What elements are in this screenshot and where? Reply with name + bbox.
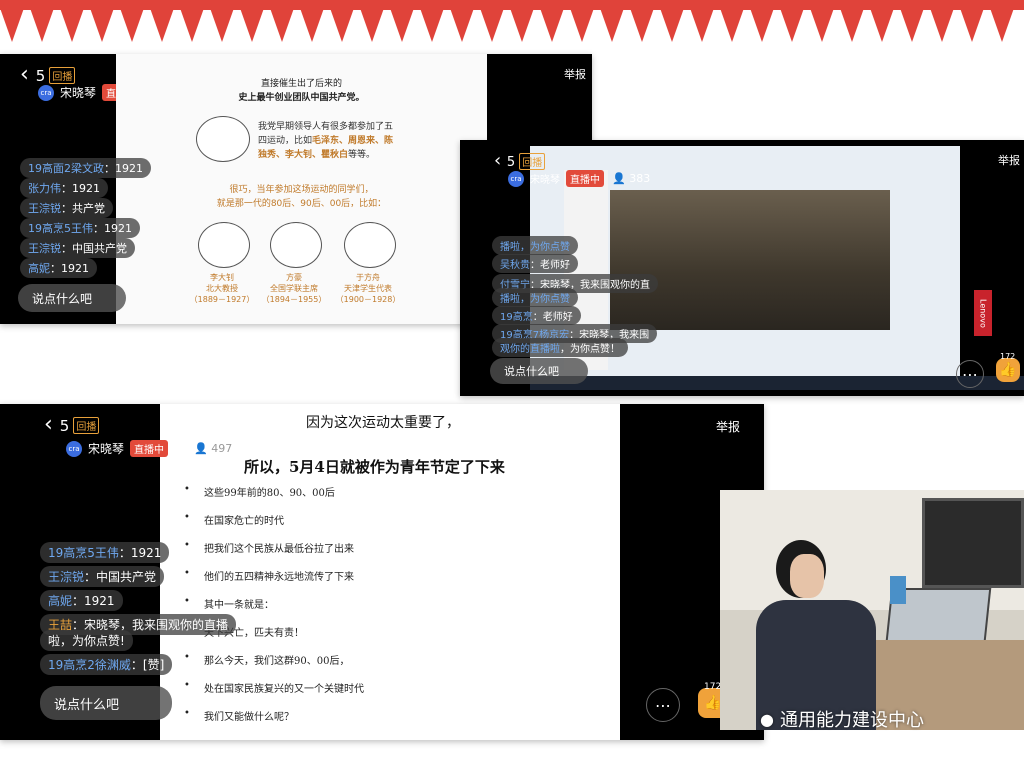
chat-message: 19高烹2徐渊威：[赞]	[40, 654, 173, 675]
chat-message: 啦，为你点赞!	[40, 630, 133, 651]
report-button[interactable]: 举报	[716, 418, 740, 435]
livestream-screenshot-2: Lenovo ‹ 5 回播 cra 宋晓琴 直播中 👤 383 举报 播啦，为你点…	[460, 140, 1024, 396]
chat-message: 高妮：1921	[20, 258, 97, 278]
more-icon[interactable]: ⋯	[956, 360, 984, 388]
live-badge: 直播中	[130, 440, 169, 457]
taskbar	[530, 376, 1024, 390]
video-frame	[610, 190, 890, 330]
chat-message: 19高烹5王伟：1921	[20, 218, 140, 238]
watermark: ● 通用能力建设中心	[760, 709, 924, 732]
chat-message: 张力伟：1921	[20, 178, 108, 198]
report-button[interactable]: 举报	[564, 66, 586, 82]
pennant-flags	[0, 8, 1014, 42]
chat-message: 19高面2梁文政：1921	[20, 158, 151, 178]
comment-input[interactable]: 说点什么吧	[18, 284, 126, 312]
live-badge: 直播中	[566, 170, 604, 187]
avatar[interactable]: cra	[508, 170, 524, 187]
chat-message: 19高烹5王伟：1921	[40, 542, 170, 563]
report-button[interactable]: 举报	[998, 152, 1020, 168]
blue-cup	[890, 576, 906, 604]
host-name: 宋晓琴	[530, 175, 560, 186]
chat-message: 19高烹：老师好	[492, 306, 581, 325]
avatar[interactable]: cra	[66, 440, 82, 457]
avatar[interactable]: cra	[38, 84, 54, 101]
host-name: 宋晓琴	[88, 442, 125, 456]
viewer-count: 👤 383	[612, 172, 651, 185]
comment-input[interactable]: 说点什么吧	[40, 686, 172, 720]
chat-message: 高妮：1921	[40, 590, 123, 611]
wechat-icon: ●	[760, 709, 774, 729]
chat-message: 王淙锐：中国共产党	[20, 238, 135, 258]
like-icon[interactable]: 👍	[996, 358, 1020, 382]
person	[756, 540, 876, 730]
host-name: 宋晓琴	[60, 86, 97, 100]
portrait-yu-fangzhou	[344, 222, 396, 268]
chat-message: 王淙锐：共产党	[20, 198, 113, 218]
lenovo-logo: Lenovo	[974, 290, 992, 336]
chat-message: 王淙锐：中国共产党	[40, 566, 165, 587]
back-button[interactable]: ‹ 5 回播	[44, 412, 100, 437]
more-icon[interactable]: ⋯	[646, 688, 680, 722]
viewer-count: 👤 497	[194, 442, 233, 455]
portrait-fang-hao	[270, 222, 322, 268]
chat-message: 播啦，为你点赞	[492, 236, 578, 255]
comment-input[interactable]: 说点什么吧	[490, 358, 588, 384]
livestream-screenshot-3: 因为这次运动太重要了， 所以，5月4日就被作为青年节定了下来 这些99年前的80…	[0, 404, 764, 740]
back-button[interactable]: ‹ 5 回播	[494, 150, 546, 171]
monitor	[922, 498, 1024, 588]
cartoon-portrait	[196, 116, 250, 162]
portrait-li-dazhao	[198, 222, 250, 268]
teacher-photo	[720, 490, 1024, 730]
decorative-banner	[0, 0, 1024, 48]
chat-message: 吴秋贵：老师好	[492, 254, 578, 273]
slide-content: 直接催生出了后来的 史上最牛创业团队中国共产党。 我党早期领导人有很多都参加了五…	[116, 54, 487, 324]
like-count: 172	[1000, 352, 1016, 361]
chat-message: 观你的直播啦，为你点赞！	[492, 338, 628, 357]
like-count: 172	[704, 682, 722, 692]
chat-message: 播啦，为你点赞	[492, 288, 578, 307]
